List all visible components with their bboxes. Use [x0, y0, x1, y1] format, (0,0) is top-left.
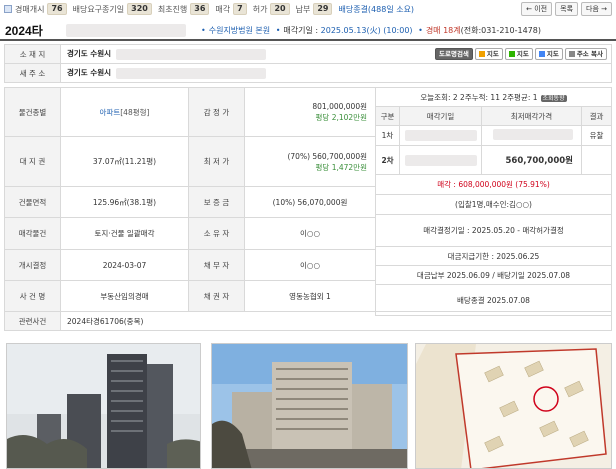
col-result: 결과	[581, 106, 612, 126]
list-button[interactable]: 목록	[555, 2, 579, 16]
view-stats: 오늘조회: 2 2주누적: 11 2주평균: 1 조회동향	[375, 87, 612, 107]
sale-date: 2025.05.13(火) (10:00)	[320, 26, 413, 35]
map-button-3[interactable]: 지도	[534, 48, 563, 60]
col-sale-date: 매각기일	[399, 106, 482, 126]
stat-first-proceed: 최초진행 36	[158, 3, 210, 15]
debtor-label: 채 무 자	[188, 249, 245, 281]
deposit-value: (10%) 56,070,000원	[244, 186, 376, 218]
payment-due: 대금지급기한 : 2025.06.25	[375, 246, 612, 266]
address-table: 소 재 지 경기도 수원시 도로명검색 지도 지도 지도 주소 복사 새 주 소…	[4, 44, 612, 83]
min-price-value: (70%) 560,700,000원 평당 1,472만원	[244, 136, 376, 187]
google-map-icon	[538, 51, 545, 57]
min-price-cell: 560,700,000원	[481, 145, 582, 175]
owner-label: 소 유 자	[188, 217, 245, 250]
nav-buttons: ← 이전 목록 다음 →	[521, 2, 612, 16]
details-table: 물건종별 아파트[48평형] 감 정 가 801,000,000원 평당 2,10…	[4, 87, 376, 312]
payment-dividend: 대금납부 2025.06.09 / 배당기일 2025.07.08	[375, 265, 612, 285]
col-min-price: 최저매각가격	[481, 106, 582, 126]
copy-address-button[interactable]: 주소 복사	[564, 48, 607, 60]
appraisal-label: 감 정 가	[188, 87, 245, 137]
prev-button[interactable]: ← 이전	[521, 2, 553, 16]
sale-history-table: 오늘조회: 2 2주누적: 11 2주평균: 1 조회동향 구분 매각기일 최저매…	[375, 87, 612, 316]
round-value: 2차	[375, 145, 400, 175]
view-trend-button[interactable]: 조회동향	[540, 94, 567, 102]
open-decision-value: 2024-03-07	[60, 249, 189, 281]
location-label: 소 재 지	[4, 44, 61, 64]
site-map-image[interactable]	[415, 343, 612, 469]
creditor-label: 채 권 자	[188, 280, 245, 312]
map-button-1[interactable]: 지도	[474, 48, 503, 60]
owner-value: 이○○	[244, 217, 376, 250]
case-name-value: 부동산임의경매	[60, 280, 189, 312]
road-search-button[interactable]: 도로명검색	[435, 48, 473, 60]
map-buttons: 도로명검색 지도 지도 지도 주소 복사	[435, 48, 607, 60]
case-header: 2024타 • 수원지방법원 본원 • 매각기일 : 2025.05.13(火) (…	[0, 21, 616, 41]
map-icon	[478, 51, 485, 57]
apartment-photo	[212, 344, 407, 468]
type-value: 아파트[48평형]	[60, 87, 189, 137]
case-number: 2024타	[5, 23, 43, 38]
case-name-label: 사 건 명	[4, 280, 61, 312]
auction-dept: 경매 18계	[425, 26, 461, 35]
stat-dividend-closed: 배당종결(488일 소요)	[338, 4, 415, 14]
open-decision-label: 개시결정	[4, 249, 61, 281]
sale-object-value: 토지·건물 일괄매각	[60, 217, 189, 250]
site-map	[416, 344, 611, 468]
calendar-icon	[4, 5, 12, 13]
bidders-info: (입찰1명,매수인:김○○)	[375, 194, 612, 215]
result-value	[581, 145, 612, 175]
next-button[interactable]: 다음 →	[581, 2, 612, 16]
round-value: 1차	[375, 125, 400, 146]
appraisal-value: 801,000,000원 평당 2,102만원	[244, 87, 376, 137]
sale-object-label: 매각물건	[4, 217, 61, 250]
related-case-table: 관련사건 2024타경61706(중복)	[4, 311, 612, 331]
min-price-cell	[481, 125, 582, 146]
naver-map-icon	[508, 51, 515, 57]
building-label: 건물면적	[4, 186, 61, 218]
stat-sale: 매각 7	[215, 3, 247, 15]
min-price-label: 최 저 가	[188, 136, 245, 187]
related-case-label: 관련사건	[4, 311, 61, 331]
sale-decision: 매각결정기일 : 2025.05.20 - 매각허가결정	[375, 214, 612, 247]
stat-payment: 납부 29	[296, 3, 333, 15]
apartment-photo	[7, 344, 200, 468]
new-address-value: 경기도 수원시	[60, 63, 612, 83]
debtor-value: 이○○	[244, 249, 376, 281]
type-label: 물건종별	[4, 87, 61, 137]
redacted-case-number	[66, 23, 186, 37]
court-phone: (전화:031-210-1478)	[460, 26, 541, 35]
building-photo-1[interactable]	[6, 343, 201, 469]
deposit-label: 보 증 금	[188, 186, 245, 218]
court-name: 수원지방법원 본원	[208, 26, 271, 35]
history-row: 2차 560,700,000원	[375, 145, 612, 175]
copy-icon	[568, 51, 575, 57]
stat-claim-deadline: 배당요구종기일 320	[73, 3, 152, 15]
creditor-value: 영동농협외 1	[244, 280, 376, 312]
sold-price: 매각 : 608,000,000원 (75.91%)	[375, 174, 612, 195]
sale-date-label: 매각기일 :	[283, 26, 319, 35]
related-case-value[interactable]: 2024타경61706(중복)	[60, 311, 612, 331]
stat-permit: 허가 20	[253, 3, 290, 15]
map-button-2[interactable]: 지도	[504, 48, 533, 60]
building-photo-2[interactable]	[211, 343, 408, 469]
result-value: 유찰	[581, 125, 612, 146]
court-info: • 수원지방법원 본원 • 매각기일 : 2025.05.13(火) (10:00)…	[201, 26, 541, 35]
land-value: 37.07㎡(11.21평)	[60, 136, 189, 187]
land-label: 대 지 권	[4, 136, 61, 187]
stat-auction-start: 경매개시 76	[4, 3, 67, 15]
history-row: 1차 유찰	[375, 125, 612, 146]
col-round: 구분	[375, 106, 400, 126]
building-value: 125.96㎡(38.1평)	[60, 186, 189, 218]
location-value: 경기도 수원시 도로명검색 지도 지도 지도 주소 복사	[60, 44, 612, 64]
new-address-label: 새 주 소	[4, 63, 61, 83]
